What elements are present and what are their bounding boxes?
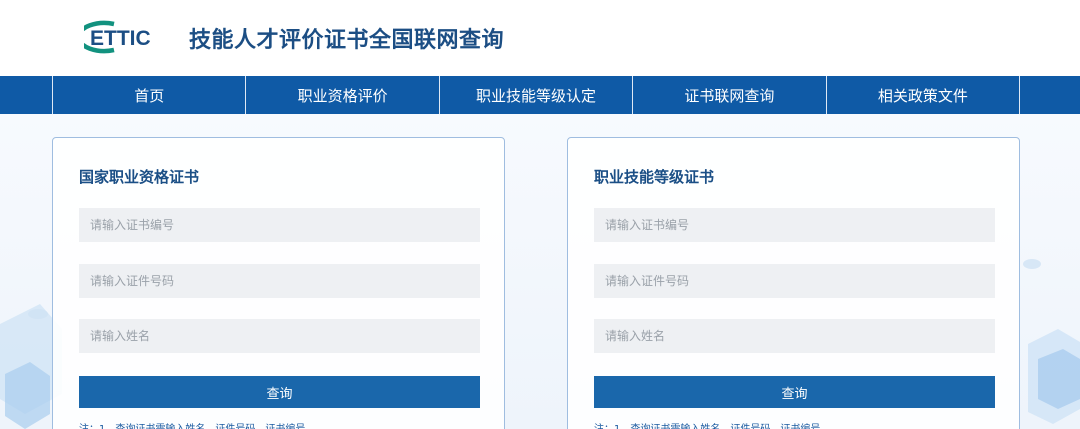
query-note: 注：1、查询证书需输入姓名、证件号码、证书编号 — [594, 420, 820, 429]
name-input[interactable] — [79, 319, 480, 353]
national-qualification-card: 国家职业资格证书 查询 注：1、查询证书需输入姓名、证件号码、证书编号 — [52, 137, 505, 429]
site-title: 技能人才评价证书全国联网查询 — [189, 28, 505, 53]
nav-item-certificate-query[interactable]: 证书联网查询 — [633, 76, 827, 114]
certificate-number-input[interactable] — [79, 208, 480, 242]
query-note: 注：1、查询证书需输入姓名、证件号码、证书编号 — [79, 420, 305, 429]
nav-item-qualification-evaluation[interactable]: 职业资格评价 — [246, 76, 440, 114]
skill-level-card: 职业技能等级证书 查询 注：1、查询证书需输入姓名、证件号码、证书编号 — [567, 137, 1020, 429]
nav-item-policy-documents[interactable]: 相关政策文件 — [827, 76, 1019, 114]
card-title: 国家职业资格证书 — [79, 168, 200, 186]
nav-item-home[interactable]: 首页 — [53, 76, 247, 114]
main-nav: 首页 职业资格评价 职业技能等级认定 证书联网查询 相关政策文件 — [0, 76, 1080, 114]
site-header: ETTIC 技能人才评价证书全国联网查询 — [0, 0, 1080, 76]
name-input[interactable] — [594, 319, 995, 353]
certificate-number-input[interactable] — [594, 208, 995, 242]
id-number-input[interactable] — [79, 264, 480, 298]
ettic-logo[interactable]: ETTIC — [84, 20, 180, 54]
logo-text: ETTIC — [90, 27, 151, 50]
nav-item-skill-level-certification[interactable]: 职业技能等级认定 — [440, 76, 634, 114]
query-button[interactable]: 查询 — [79, 376, 480, 408]
main-content: 国家职业资格证书 查询 注：1、查询证书需输入姓名、证件号码、证书编号 职业技能… — [0, 114, 1080, 429]
query-button[interactable]: 查询 — [594, 376, 995, 408]
id-number-input[interactable] — [594, 264, 995, 298]
card-title: 职业技能等级证书 — [594, 168, 715, 186]
decorative-cube-right — [1023, 259, 1080, 424]
